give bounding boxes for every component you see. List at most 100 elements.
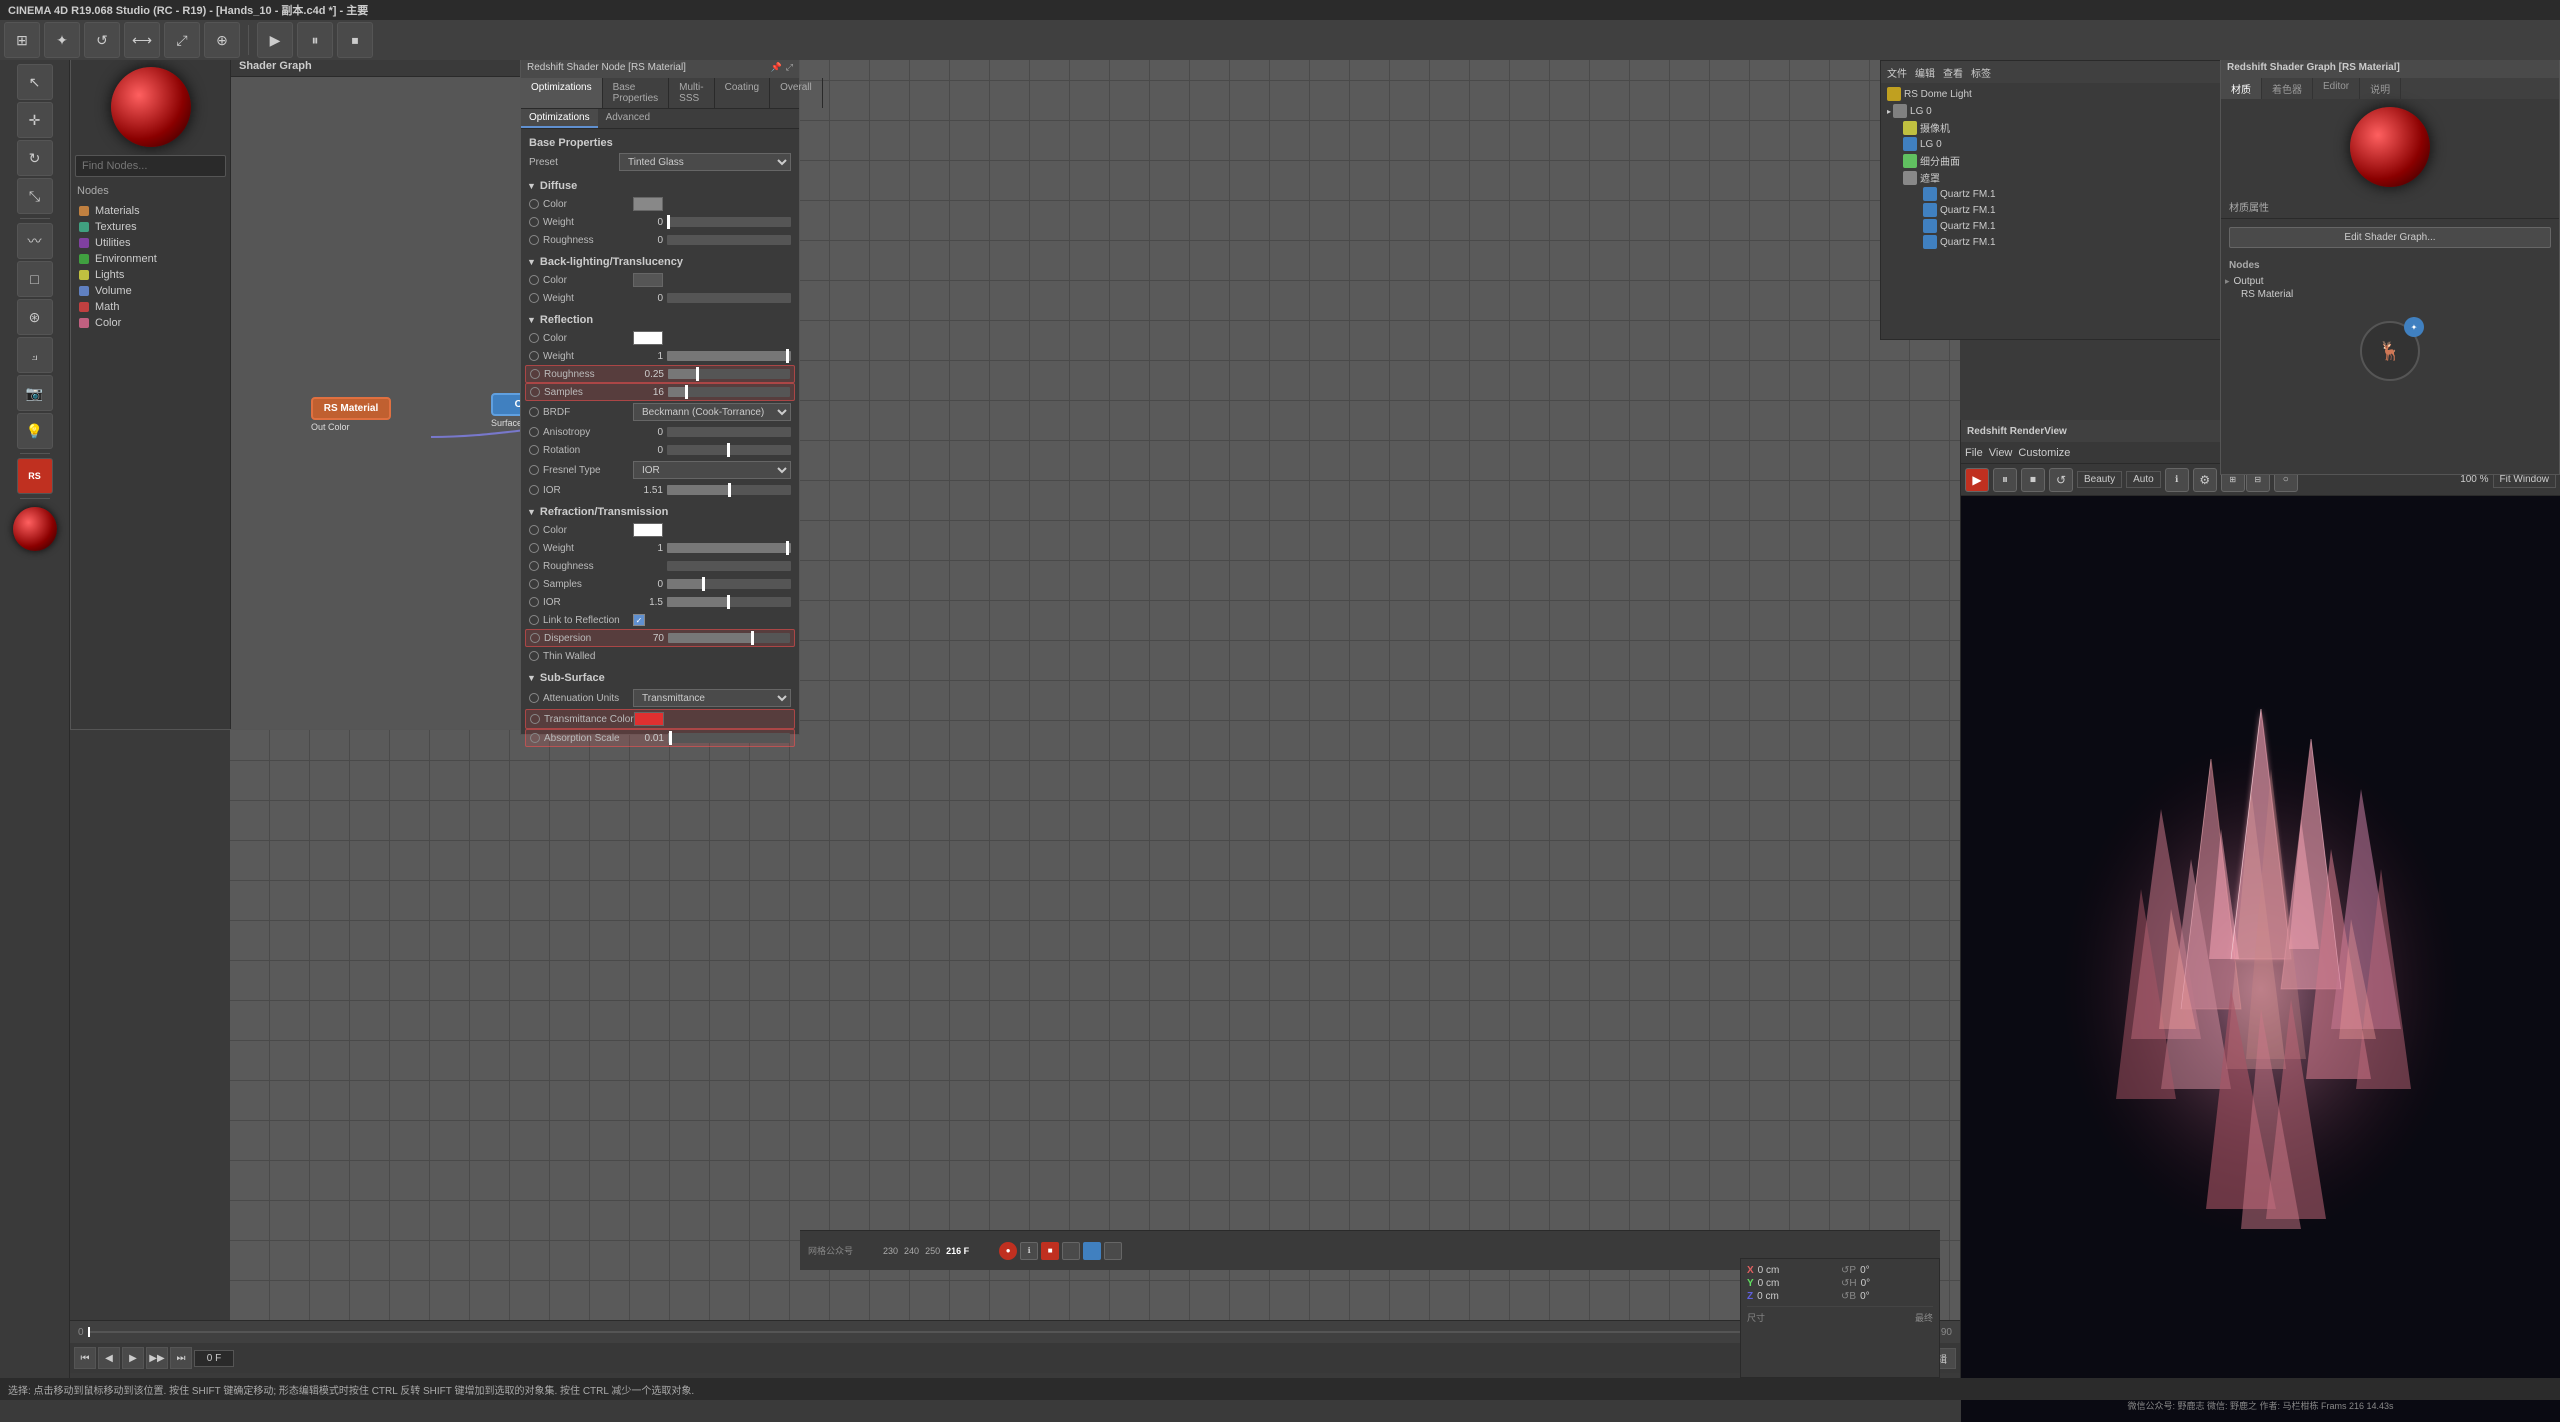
render-pause-btn[interactable]: ⏸ xyxy=(1993,468,2017,492)
refl-anisotropy-radio[interactable] xyxy=(529,427,539,437)
render-extra2[interactable] xyxy=(1083,1242,1101,1260)
rs-panel-expand[interactable]: ⤢ xyxy=(786,62,793,73)
node-output-item[interactable]: ▸ Output xyxy=(2221,275,2559,288)
refl-samples-handle[interactable] xyxy=(685,385,688,399)
refr-roughness-radio[interactable] xyxy=(529,561,539,571)
refl-ior-slider[interactable] xyxy=(667,485,791,495)
refl-roughness-handle[interactable] xyxy=(696,367,699,381)
render-stop-btn[interactable]: ⏹ xyxy=(2021,468,2045,492)
tool-select[interactable]: ↖ xyxy=(17,64,53,100)
refl-fresnel-radio[interactable] xyxy=(529,465,539,475)
render-beauty-dropdown[interactable]: Beauty xyxy=(2077,471,2122,488)
thin-walled-radio[interactable] xyxy=(529,651,539,661)
render-refresh-btn[interactable]: ↺ xyxy=(2049,468,2073,492)
refl-weight-handle[interactable] xyxy=(786,349,789,363)
diffuse-roughness-slider[interactable] xyxy=(667,235,791,245)
refr-weight-radio[interactable] xyxy=(529,543,539,553)
timeline-end-btn[interactable]: ⏭ xyxy=(170,1347,192,1369)
tool-light[interactable]: 💡 xyxy=(17,413,53,449)
find-nodes-input[interactable] xyxy=(75,155,226,177)
refr-weight-slider[interactable] xyxy=(667,543,791,553)
toolbar-btn-5[interactable]: ⤢ xyxy=(164,22,200,58)
tool-camera[interactable]: 📷 xyxy=(17,375,53,411)
timeline-bar[interactable] xyxy=(88,1331,1937,1333)
refl-samples-slider[interactable] xyxy=(668,387,790,397)
render-red-btn[interactable]: ● xyxy=(999,1242,1017,1260)
refl-brdf-radio[interactable] xyxy=(529,407,539,417)
obj-manager-tags[interactable]: 标签 xyxy=(1971,65,1991,80)
bl-color-radio[interactable] xyxy=(529,275,539,285)
sub-surface-section[interactable]: ▼ Sub-Surface xyxy=(525,669,795,687)
obj-manager-view[interactable]: 查看 xyxy=(1943,65,1963,80)
diffuse-weight-slider[interactable] xyxy=(667,217,791,227)
render-menu-customize[interactable]: Customize xyxy=(2018,447,2070,459)
diffuse-color-radio[interactable] xyxy=(529,199,539,209)
render-play-btn[interactable]: ▶ xyxy=(1965,468,1989,492)
refl-rotation-radio[interactable] xyxy=(529,445,539,455)
refl-roughness-slider[interactable] xyxy=(668,369,790,379)
refl-weight-slider[interactable] xyxy=(667,351,791,361)
fresnel-dropdown[interactable]: IOR xyxy=(633,461,791,479)
tab-coating[interactable]: Coating xyxy=(715,78,770,108)
tool-rotate[interactable]: ↻ xyxy=(17,140,53,176)
refr-samples-radio[interactable] xyxy=(529,579,539,589)
link-reflection-checkbox[interactable]: ✓ xyxy=(633,614,645,626)
render-auto-btn[interactable]: Auto xyxy=(2126,471,2161,488)
subtab-optimizations[interactable]: Optimizations xyxy=(521,109,598,128)
refl-rotation-slider[interactable] xyxy=(667,445,791,455)
obj-manager-edit[interactable]: 编辑 xyxy=(1915,65,1935,80)
refr-roughness-slider[interactable] xyxy=(667,561,791,571)
refr-ior-slider[interactable] xyxy=(667,597,791,607)
bl-weight-slider[interactable] xyxy=(667,293,791,303)
absorption-slider[interactable] xyxy=(668,733,790,743)
render-info-small[interactable]: ℹ xyxy=(1020,1242,1038,1260)
tool-rs-icon[interactable]: RS xyxy=(17,458,53,494)
refr-color-radio[interactable] xyxy=(529,525,539,535)
inner-tab-notes[interactable]: 说明 xyxy=(2360,78,2401,99)
refr-samples-slider[interactable] xyxy=(667,579,791,589)
refl-roughness-radio[interactable] xyxy=(530,369,540,379)
back-lighting-section[interactable]: ▼ Back-lighting/Translucency xyxy=(525,253,795,271)
render-extra1[interactable] xyxy=(1062,1242,1080,1260)
toolbar-btn-3[interactable]: ↺ xyxy=(84,22,120,58)
refl-weight-radio[interactable] xyxy=(529,351,539,361)
refraction-section[interactable]: ▼ Refraction/Transmission xyxy=(525,503,795,521)
refl-anisotropy-slider[interactable] xyxy=(667,427,791,437)
toolbar-btn-9[interactable]: ⏹ xyxy=(337,22,373,58)
refl-samples-radio[interactable] xyxy=(530,387,540,397)
tool-scale[interactable]: ⤡ xyxy=(17,178,53,214)
render-stop-small[interactable]: ■ xyxy=(1041,1242,1059,1260)
diffuse-color-swatch[interactable] xyxy=(633,197,663,211)
render-info-btn[interactable]: ℹ xyxy=(2165,468,2189,492)
refr-ior-radio[interactable] xyxy=(529,597,539,607)
category-color[interactable]: Color xyxy=(75,315,226,331)
timeline-forward[interactable]: ▶▶ xyxy=(146,1347,168,1369)
refl-color-radio[interactable] xyxy=(529,333,539,343)
tab-multi-sss[interactable]: Multi-SSS xyxy=(669,78,714,108)
category-utilities[interactable]: Utilities xyxy=(75,235,226,251)
toolbar-btn-7[interactable]: ▶ xyxy=(257,22,293,58)
toolbar-btn-6[interactable]: ⊕ xyxy=(204,22,240,58)
attenuation-dropdown[interactable]: Transmittance xyxy=(633,689,791,707)
category-volume[interactable]: Volume xyxy=(75,283,226,299)
dispersion-slider[interactable] xyxy=(668,633,790,643)
toolbar-btn-2[interactable]: ✦ xyxy=(44,22,80,58)
category-math[interactable]: Math xyxy=(75,299,226,315)
transmittance-color-swatch[interactable] xyxy=(634,712,664,726)
diffuse-roughness-radio[interactable] xyxy=(529,235,539,245)
subtab-advanced[interactable]: Advanced xyxy=(598,109,658,128)
bl-color-swatch[interactable] xyxy=(633,273,663,287)
render-menu-file[interactable]: File xyxy=(1965,447,1983,459)
toolbar-btn-1[interactable]: ⊞ xyxy=(4,22,40,58)
toolbar-btn-8[interactable]: ⏸ xyxy=(297,22,333,58)
tool-deformer[interactable]: ⟓ xyxy=(17,337,53,373)
category-materials[interactable]: Materials xyxy=(75,203,226,219)
node-rs-material-item[interactable]: RS Material xyxy=(2221,288,2559,301)
edit-shader-graph-btn[interactable]: Edit Shader Graph... xyxy=(2229,227,2551,248)
render-settings-btn[interactable]: ⚙ xyxy=(2193,468,2217,492)
refl-ior-radio[interactable] xyxy=(529,485,539,495)
bl-weight-radio[interactable] xyxy=(529,293,539,303)
tool-primitive[interactable]: □ xyxy=(17,261,53,297)
refl-color-swatch[interactable] xyxy=(633,331,663,345)
brdf-dropdown[interactable]: Beckmann (Cook-Torrance) xyxy=(633,403,791,421)
